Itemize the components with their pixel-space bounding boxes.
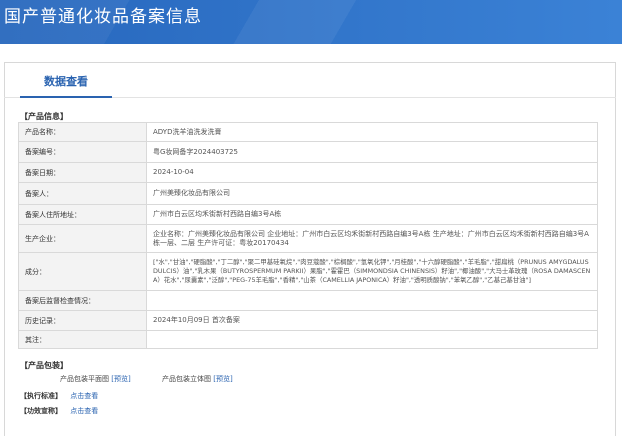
package-section-title: 【产品包装】 xyxy=(20,361,68,370)
history-value: 2024年10月09日 首次备案 xyxy=(146,310,598,331)
standard-row: 【执行标准】 点击查看 xyxy=(20,391,98,401)
registrant-value: 广州美臻化妆品有限公司 xyxy=(146,182,598,205)
row-label: 备案人： xyxy=(18,182,147,205)
ingredients-value: ["水","甘油","硬脂酸","丁二醇","聚二甲基硅氧烷","肉豆蔻酸","… xyxy=(146,252,598,291)
supervision-value xyxy=(146,290,598,311)
row-label: 成分： xyxy=(18,252,147,291)
table-row: 备案后监督检查情况： xyxy=(18,290,598,311)
manufacturer-value: 企业名称：广州美臻化妆品有限公司 企业地址：广州市白云区均禾街新村西路自编3号A… xyxy=(146,224,598,253)
tab-data-view[interactable]: 数据查看 xyxy=(20,62,112,98)
table-row: 备案人： 广州美臻化妆品有限公司 xyxy=(18,182,598,205)
table-row: 生产企业： 企业名称：广州美臻化妆品有限公司 企业地址：广州市白云区均禾街新村西… xyxy=(18,224,598,253)
table-row: 历史记录： 2024年10月09日 首次备案 xyxy=(18,310,598,331)
package-flat-item: 产品包装平面图 [预览] xyxy=(60,374,131,384)
package-3d-item: 产品包装立体图 [预览] xyxy=(162,374,233,384)
registration-number-value: 粤G妆网备字2024403725 xyxy=(146,141,598,163)
efficacy-view-link[interactable]: 点击查看 xyxy=(70,407,98,415)
package-3d-preview-link[interactable]: [预览] xyxy=(213,375,232,383)
table-row: 备案日期： 2024-10-04 xyxy=(18,162,598,183)
row-label: 生产企业： xyxy=(18,224,147,253)
standard-view-link[interactable]: 点击查看 xyxy=(70,392,98,400)
package-flat-preview-link[interactable]: [预览] xyxy=(111,375,130,383)
page-header: 国产普通化妆品备案信息 xyxy=(0,0,622,44)
row-label: 其注： xyxy=(18,330,147,349)
header-gap xyxy=(0,44,622,62)
row-label: 历史记录： xyxy=(18,310,147,331)
efficacy-section-title: 【功效宣称】 xyxy=(20,407,62,415)
row-label: 备案人住所地址： xyxy=(18,204,147,225)
table-row: 成分： ["水","甘油","硬脂酸","丁二醇","聚二甲基硅氧烷","肉豆蔻… xyxy=(18,252,598,291)
table-row: 产品名称： ADYD洗羊油洗发洗膏 xyxy=(18,122,598,142)
product-name-value: ADYD洗羊油洗发洗膏 xyxy=(146,122,598,142)
remarks-value xyxy=(146,330,598,349)
registration-date-value: 2024-10-04 xyxy=(146,162,598,183)
table-row: 备案编号： 粤G妆网备字2024403725 xyxy=(18,141,598,163)
tab-bar: 数据查看 xyxy=(4,62,616,98)
registrant-address-value: 广州市白云区均禾街新村西路自编3号A栋 xyxy=(146,204,598,225)
row-label: 备案编号： xyxy=(18,141,147,163)
row-label: 产品名称： xyxy=(18,122,147,142)
package-3d-label: 产品包装立体图 xyxy=(162,375,211,383)
product-info-table: 产品名称： ADYD洗羊油洗发洗膏 备案编号： 粤G妆网备字2024403725… xyxy=(18,122,598,349)
product-info-section-title: 【产品信息】 xyxy=(20,112,68,121)
row-label: 备案日期： xyxy=(18,162,147,183)
page-title: 国产普通化妆品备案信息 xyxy=(4,7,202,27)
table-row: 备案人住所地址： 广州市白云区均禾街新村西路自编3号A栋 xyxy=(18,204,598,225)
efficacy-row: 【功效宣称】 点击查看 xyxy=(20,406,98,416)
row-label: 备案后监督检查情况： xyxy=(18,290,147,311)
standard-section-title: 【执行标准】 xyxy=(20,392,62,400)
table-row: 其注： xyxy=(18,330,598,349)
package-flat-label: 产品包装平面图 xyxy=(60,375,109,383)
